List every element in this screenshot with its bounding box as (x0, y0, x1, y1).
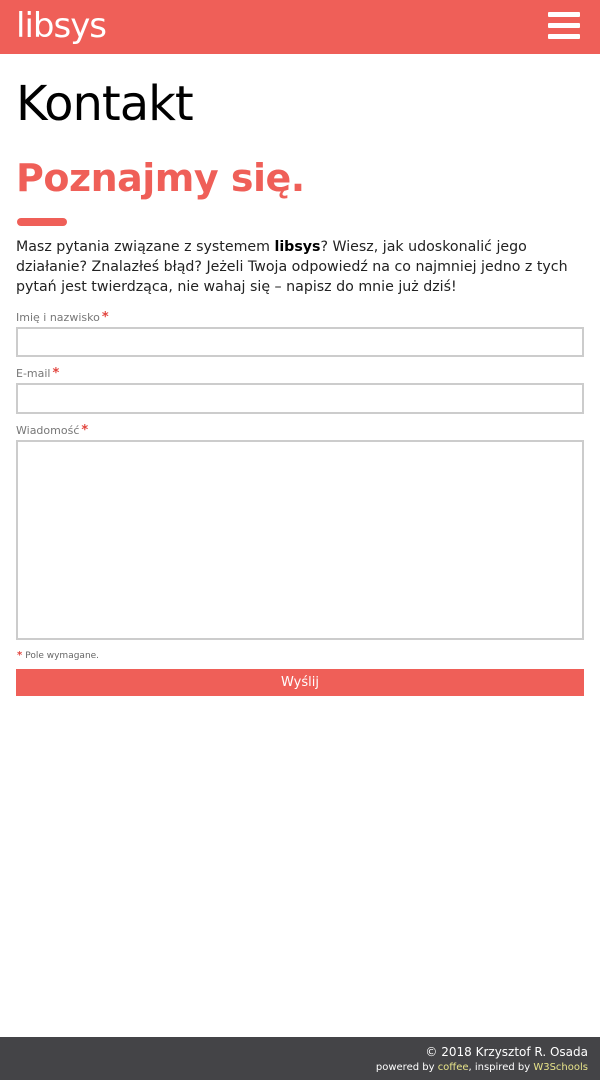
intro-text-start: Masz pytania związane z systemem (16, 239, 275, 255)
menu-bar-top (548, 12, 580, 17)
footer-copyright: © 2018 Krzysztof R. Osada (425, 1045, 588, 1059)
name-field[interactable] (16, 327, 584, 357)
required-asterisk: * (81, 423, 89, 438)
name-label-text: Imię i nazwisko (16, 311, 100, 324)
submit-button[interactable]: Wyślij (16, 669, 584, 696)
footer-credits: powered by coffee, inspired by W3Schools (376, 1062, 588, 1074)
message-label-text: Wiadomość (16, 424, 80, 437)
intro-paragraph: Masz pytania związane z systemem libsys?… (16, 237, 584, 297)
required-note-text: Pole wymagane. (25, 651, 100, 661)
accent-divider (17, 218, 67, 226)
message-textarea[interactable] (16, 440, 584, 640)
page-title: Kontakt (16, 76, 194, 132)
email-field[interactable] (16, 383, 584, 414)
required-note: * Pole wymagane. (17, 650, 99, 662)
required-asterisk: * (101, 310, 109, 325)
inspired-prefix: , inspired by (468, 1062, 534, 1073)
hamburger-menu-icon[interactable] (546, 10, 582, 42)
coffee-link[interactable]: coffee (438, 1062, 469, 1073)
footer: © 2018 Krzysztof R. Osada powered by cof… (0, 1037, 600, 1080)
required-asterisk: * (17, 650, 23, 661)
page-subtitle: Poznajmy się. (16, 156, 305, 200)
menu-bar-middle (548, 23, 580, 28)
email-label: E-mail * (16, 367, 59, 381)
w3schools-link[interactable]: W3Schools (533, 1062, 588, 1073)
message-label: Wiadomość * (16, 424, 88, 438)
required-asterisk: * (52, 366, 60, 381)
menu-bar-bottom (548, 34, 580, 39)
name-label: Imię i nazwisko * (16, 311, 109, 325)
logo[interactable]: libsys (16, 6, 107, 46)
top-bar: libsys (0, 0, 600, 54)
email-label-text: E-mail (16, 367, 51, 380)
powered-prefix: powered by (375, 1062, 438, 1073)
intro-brand: libsys (274, 239, 321, 255)
